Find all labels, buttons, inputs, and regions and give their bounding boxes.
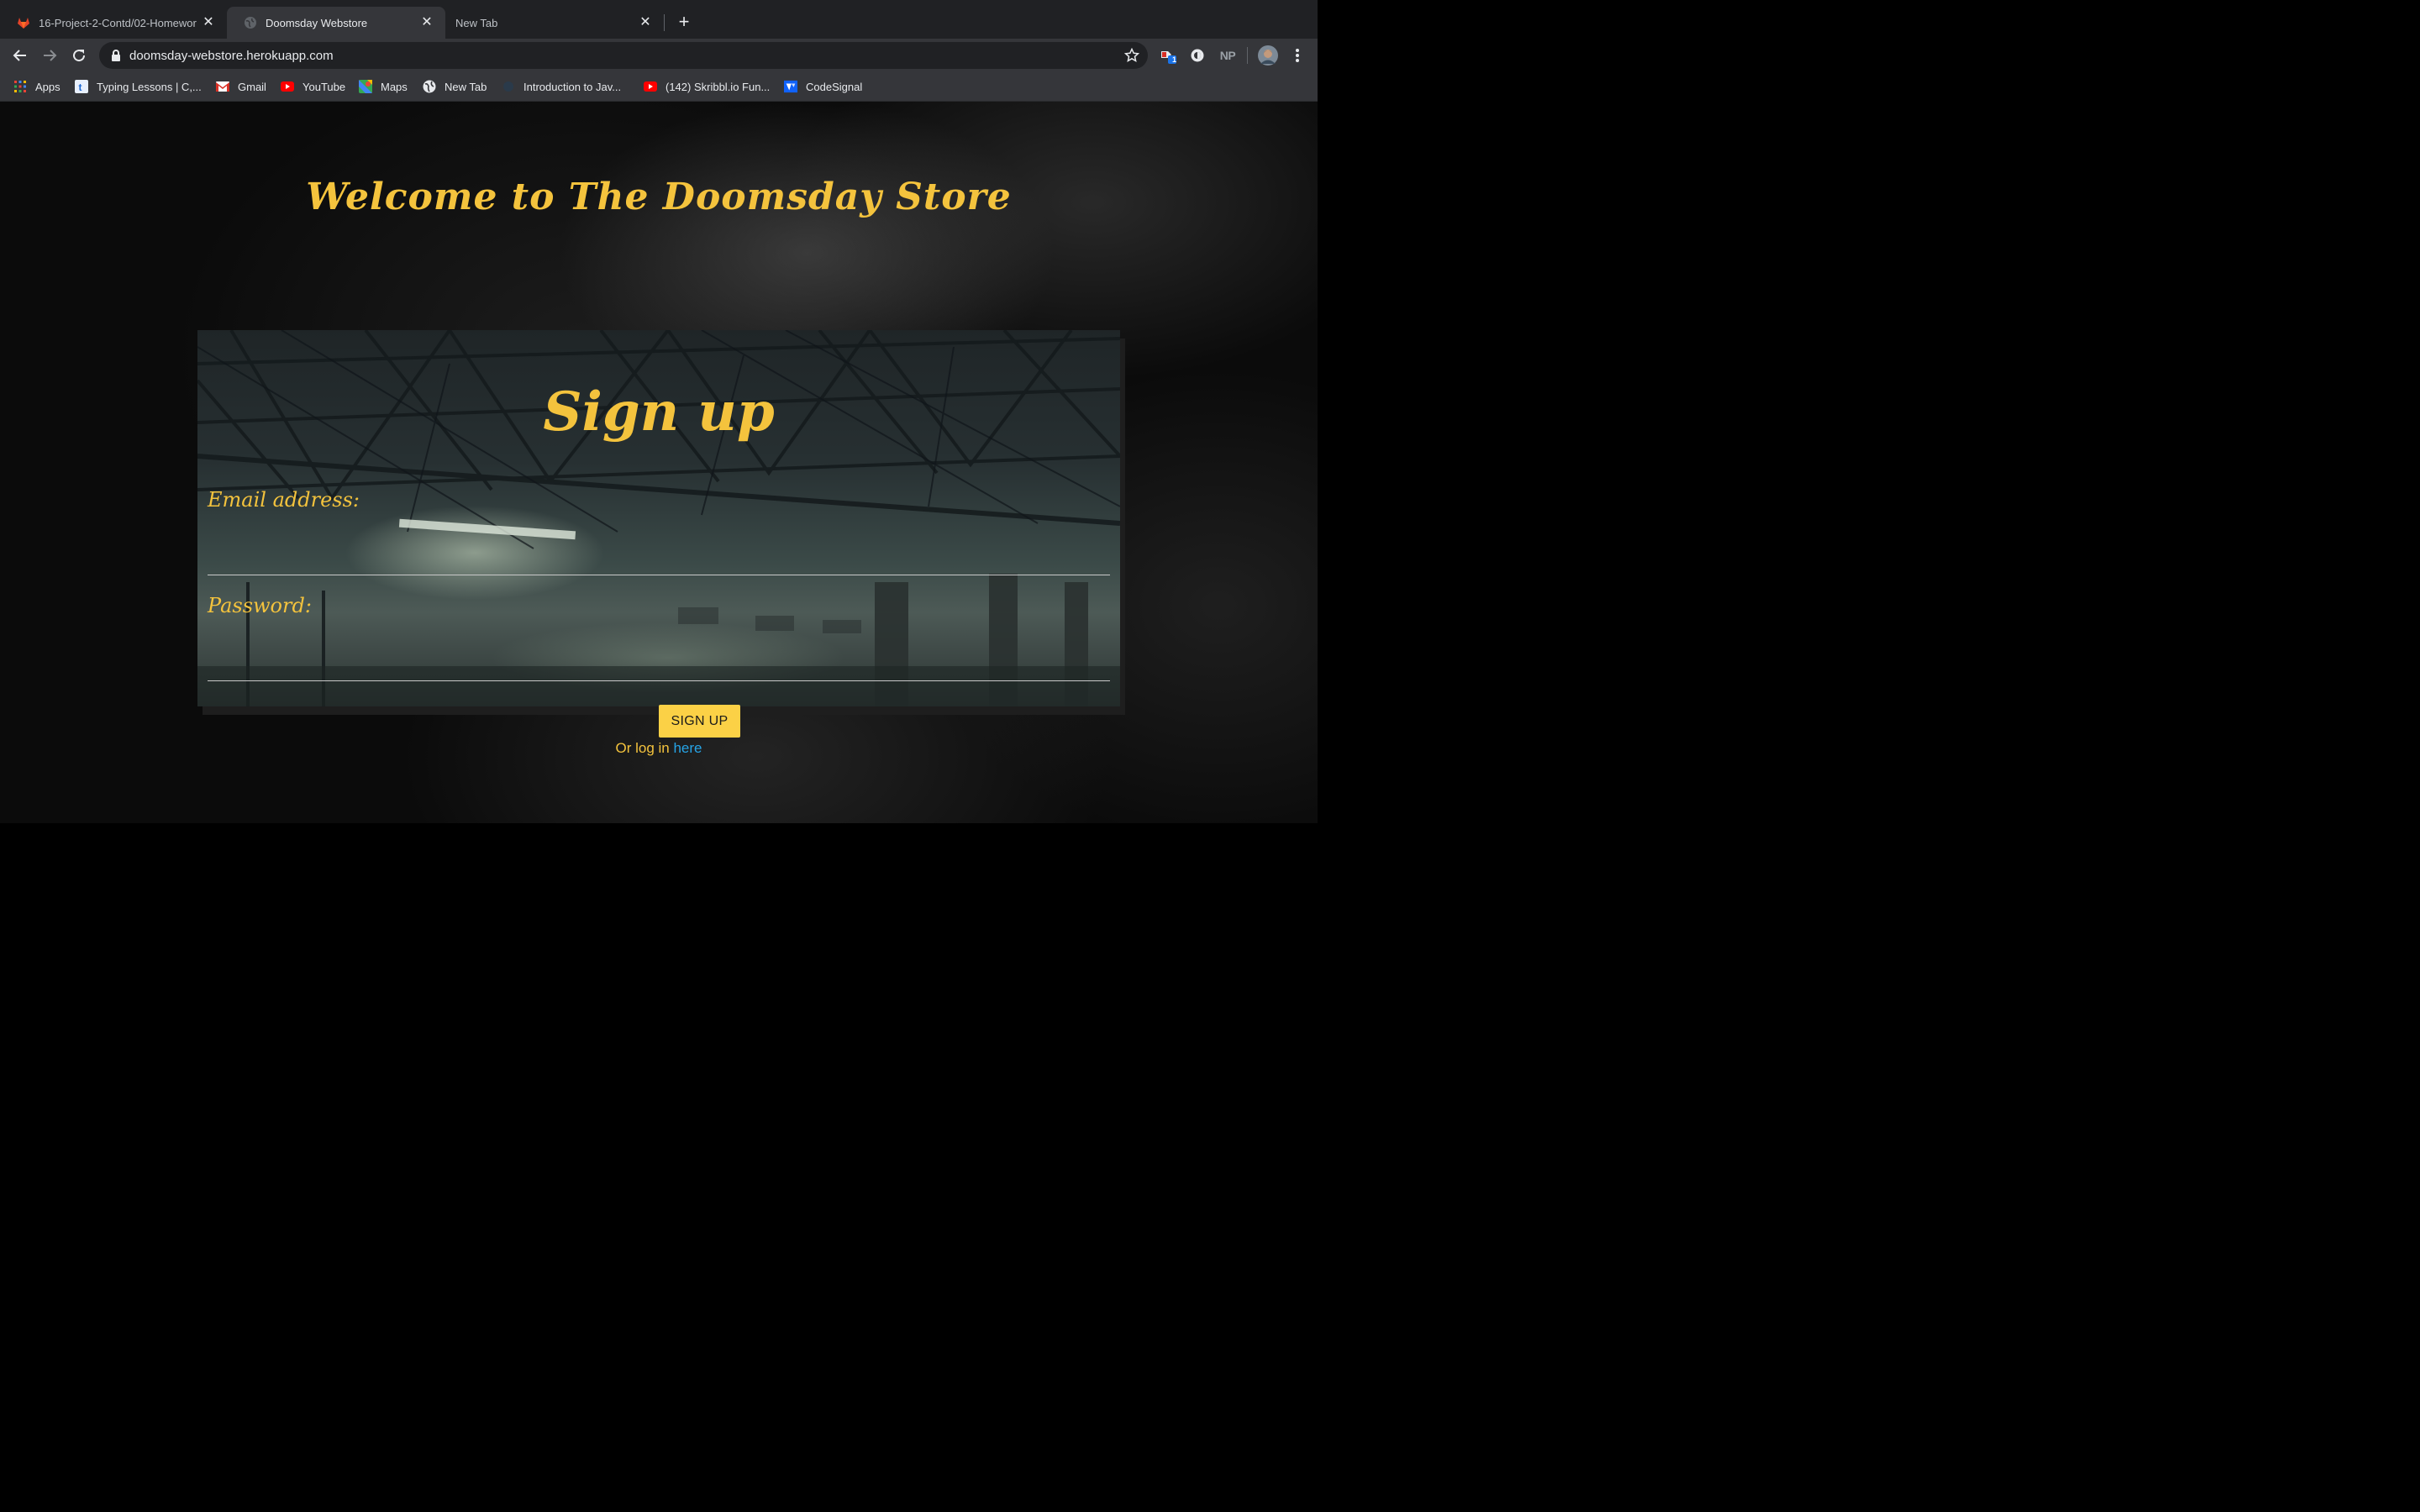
- close-icon[interactable]: ✕: [639, 16, 652, 29]
- close-icon[interactable]: ✕: [420, 16, 434, 29]
- password-label: Password:: [208, 594, 312, 617]
- bookmark-intro-java[interactable]: Introduction to Jav...: [502, 77, 621, 96]
- more-vertical-icon: [1296, 49, 1299, 62]
- page-content: Welcome to The Doomsday Store Sign up Em…: [0, 102, 1318, 823]
- codesignal-icon: [784, 80, 797, 93]
- arrow-left-icon: [13, 50, 26, 61]
- tab-gitlab[interactable]: 16-Project-2-Contd/02-Homework ✕: [0, 7, 227, 39]
- gmail-icon: [216, 80, 229, 93]
- email-field[interactable]: [208, 541, 1110, 575]
- new-tab-button[interactable]: +: [674, 12, 694, 32]
- bookmark-label: Introduction to Jav...: [523, 80, 622, 93]
- url-text: doomsday-webstore.herokuapp.com: [129, 48, 334, 63]
- bookmark-typing-lessons[interactable]: t Typing Lessons | C,...: [75, 77, 202, 96]
- svg-text:t: t: [79, 81, 82, 93]
- signup-button[interactable]: SIGN UP: [659, 705, 740, 738]
- apps-grid-icon: [13, 80, 27, 93]
- bookmark-star-icon[interactable]: [1124, 48, 1139, 63]
- bookmark-codesignal[interactable]: CodeSignal: [784, 77, 862, 96]
- tab-strip: 16-Project-2-Contd/02-Homework ✕ Doomsda…: [0, 0, 1318, 39]
- email-label: Email address:: [208, 488, 360, 512]
- globe-icon: [423, 80, 436, 93]
- tab-title: Doomsday Webstore: [266, 16, 368, 29]
- login-prompt-text: Or log in: [615, 740, 674, 756]
- tab-new-tab[interactable]: New Tab ✕: [439, 7, 664, 39]
- tab-separator: [664, 14, 665, 31]
- tab-title: 16-Project-2-Contd/02-Homework: [39, 16, 197, 29]
- maps-icon: [359, 80, 372, 93]
- bookmark-label: Maps: [381, 80, 408, 93]
- login-link[interactable]: here: [673, 740, 702, 756]
- youtube-icon: [281, 80, 294, 93]
- globe-icon: [244, 16, 257, 29]
- bookmark-gmail[interactable]: Gmail: [216, 77, 266, 96]
- login-prompt: Or log in here: [0, 740, 1318, 757]
- forward-button[interactable]: [39, 45, 60, 66]
- page-title: Welcome to The Doomsday Store: [306, 176, 1012, 218]
- reload-icon: [73, 50, 86, 62]
- bookmark-skribbl[interactable]: (142) Skribbl.io Fun...: [644, 77, 770, 96]
- youtube-icon: [644, 80, 657, 93]
- lock-icon: [109, 49, 123, 62]
- bookmark-label: Gmail: [238, 80, 266, 93]
- arrow-right-icon: [44, 50, 57, 61]
- bookmark-label: Apps: [35, 80, 60, 93]
- bookmark-new-tab[interactable]: New Tab: [423, 77, 487, 96]
- bookmark-apps[interactable]: Apps: [13, 77, 60, 96]
- tab-doomsday-webstore[interactable]: Doomsday Webstore ✕: [227, 7, 445, 39]
- np-extension-label: NP: [1219, 49, 1236, 62]
- bookmark-label: Typing Lessons | C,...: [97, 80, 202, 93]
- reload-button[interactable]: [68, 45, 90, 66]
- gitlab-icon: [17, 16, 30, 29]
- extension-np[interactable]: NP: [1217, 46, 1239, 65]
- bookmark-label: YouTube: [302, 80, 346, 93]
- bookmark-label: (142) Skribbl.io Fun...: [666, 80, 771, 93]
- browser-menu-button[interactable]: [1288, 46, 1307, 65]
- address-bar[interactable]: doomsday-webstore.herokuapp.com: [99, 42, 1148, 69]
- bookmark-label: CodeSignal: [806, 80, 863, 93]
- browser-toolbar: doomsday-webstore.herokuapp.com 1 NP: [0, 39, 1318, 72]
- signup-form: Sign up Email address: Password:: [197, 330, 1120, 706]
- extension-badge: 1: [1172, 55, 1177, 64]
- bookmarks-bar: Apps t Typing Lessons | C,... Gmail YouT…: [0, 72, 1318, 102]
- page-icon: [502, 80, 515, 93]
- form-title: Sign up: [543, 381, 775, 444]
- close-icon[interactable]: ✕: [202, 16, 215, 29]
- extension-notification[interactable]: 1: [1160, 46, 1178, 65]
- avatar-icon: [1258, 45, 1278, 66]
- back-button[interactable]: [9, 45, 31, 66]
- bookmark-maps[interactable]: Maps: [359, 77, 408, 96]
- circle-extension-icon: [1191, 49, 1204, 62]
- tab-title: New Tab: [455, 16, 498, 29]
- typing-icon: t: [75, 80, 88, 93]
- bookmark-youtube[interactable]: YouTube: [281, 77, 345, 96]
- bookmark-label: New Tab: [445, 80, 487, 93]
- profile-avatar[interactable]: [1258, 45, 1278, 66]
- extension-circle[interactable]: [1188, 46, 1207, 65]
- toolbar-separator: [1247, 47, 1248, 64]
- password-field[interactable]: [208, 647, 1110, 681]
